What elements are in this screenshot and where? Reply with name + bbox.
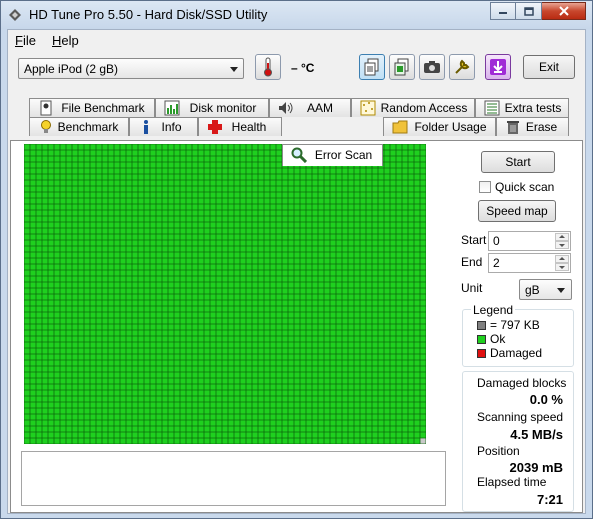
position-value: 2039 mB — [509, 460, 563, 475]
scanning-speed-value: 4.5 MB/s — [510, 427, 563, 442]
tab-folder-usage[interactable]: Folder Usage — [383, 117, 496, 136]
camera-icon — [424, 61, 440, 73]
tab-error-scan[interactable]: Error Scan — [282, 144, 383, 166]
quick-scan-label: Quick scan — [495, 180, 555, 194]
screenshot-button[interactable] — [419, 54, 445, 80]
copy-text-icon — [364, 58, 379, 76]
legend-title: Legend — [471, 303, 516, 317]
temperature-readout: – °C — [291, 61, 315, 75]
toolbar: Apple iPod (2 gB) – °C Exit — [8, 51, 585, 91]
damaged-blocks-value: 0.0 % — [529, 392, 563, 407]
position-label: Position — [477, 444, 520, 458]
window-title: HD Tune Pro 5.50 - Hard Disk/SSD Utility — [29, 7, 268, 22]
tab-aam[interactable]: AAM — [269, 98, 351, 117]
tab-label: Extra tests — [504, 101, 562, 115]
menu-file-rest: ile — [22, 33, 36, 48]
temperature-button[interactable] — [255, 54, 281, 80]
menu-help-accel: H — [52, 33, 62, 48]
client-area: File Help Apple iPod (2 gB) – °C Exit Fi… — [7, 29, 586, 514]
tab-label: Folder Usage — [414, 120, 487, 134]
spin-down-icon[interactable] — [555, 263, 569, 271]
exit-button[interactable]: Exit — [523, 55, 575, 79]
menu-file[interactable]: File — [15, 33, 36, 48]
tab-info[interactable]: Info — [129, 117, 198, 136]
end-input[interactable]: 2 — [488, 253, 571, 273]
scan-log[interactable] — [21, 451, 446, 506]
chevron-down-icon — [230, 67, 238, 72]
menu-help-rest: elp — [61, 33, 79, 48]
tab-erase[interactable]: Erase — [496, 117, 569, 136]
options-icon — [455, 59, 470, 74]
app-window: HD Tune Pro 5.50 - Hard Disk/SSD Utility… — [0, 0, 593, 519]
drive-select[interactable]: Apple iPod (2 gB) — [18, 58, 244, 79]
spin-down-icon[interactable] — [555, 241, 569, 249]
stats-box: Damaged blocks 0.0 % Scanning speed 4.5 … — [462, 371, 574, 512]
tab-file-benchmark[interactable]: File Benchmark — [29, 98, 155, 117]
start-input[interactable]: 0 — [488, 231, 571, 251]
elapsed-time-value: 7:21 — [536, 492, 563, 507]
start-scan-button[interactable]: Start — [481, 151, 555, 173]
tab-label: Random Access — [380, 101, 468, 115]
tab-label: AAM — [306, 101, 333, 115]
options-button[interactable] — [449, 54, 475, 80]
legend-swatch-ok — [477, 335, 486, 344]
minimize-button[interactable] — [490, 2, 516, 20]
close-button[interactable] — [542, 2, 586, 20]
spin-up-icon[interactable] — [555, 255, 569, 263]
save-icon — [490, 59, 506, 75]
damaged-blocks-label: Damaged blocks — [477, 376, 567, 390]
tab-extra-tests[interactable]: Extra tests — [475, 98, 569, 117]
legend-swatch-block — [477, 321, 486, 330]
elapsed-time-label: Elapsed time — [477, 475, 547, 489]
thermometer-icon — [264, 57, 272, 77]
tab-label: File Benchmark — [61, 101, 145, 115]
legend-swatch-damaged — [477, 349, 486, 358]
legend-box: Legend = 797 KB Ok Damaged — [462, 303, 574, 367]
maximize-icon — [523, 6, 534, 16]
caption-buttons — [490, 2, 586, 21]
start-input-value: 0 — [493, 234, 500, 248]
copy-text-button[interactable] — [359, 54, 385, 80]
block-map — [24, 144, 426, 444]
tab-health[interactable]: Health — [198, 117, 282, 136]
copy-info-button[interactable] — [389, 54, 415, 80]
save-button[interactable] — [485, 54, 511, 80]
chevron-down-icon — [557, 288, 565, 293]
tab-label: Error Scan — [314, 148, 373, 162]
end-label: End — [461, 255, 483, 269]
spin-up-icon[interactable] — [555, 233, 569, 241]
menu-file-accel: F — [15, 33, 23, 48]
tab-strip: File Benchmark Disk monitor AAM Random A… — [8, 98, 585, 166]
close-icon — [558, 6, 569, 16]
tab-label: Erase — [525, 120, 558, 134]
unit-select-value: gB — [525, 283, 540, 297]
menu-bar: File Help — [8, 30, 585, 50]
legend-item-damaged: Damaged — [490, 346, 543, 360]
copy-info-icon — [394, 58, 409, 76]
tab-disk-monitor[interactable]: Disk monitor — [155, 98, 269, 117]
unscanned-block — [420, 438, 426, 444]
tab-label: Info — [161, 120, 182, 134]
legend-item-ok: Ok — [490, 332, 506, 346]
tab-label: Health — [231, 120, 267, 134]
menu-help[interactable]: Help — [52, 33, 79, 48]
quick-scan-checkbox[interactable] — [479, 181, 491, 193]
legend-item-block-size: = 797 KB — [490, 318, 540, 332]
error-scan-panel: Start Quick scan Speed map Start 0 End 2… — [10, 140, 583, 513]
tab-label: Disk monitor — [189, 101, 257, 115]
title-bar: HD Tune Pro 5.50 - Hard Disk/SSD Utility — [1, 1, 592, 29]
tab-benchmark[interactable]: Benchmark — [29, 117, 129, 136]
maximize-button[interactable] — [516, 2, 542, 20]
tab-label: Benchmark — [57, 120, 119, 134]
end-input-value: 2 — [493, 256, 500, 270]
start-label: Start — [461, 233, 487, 247]
unit-select[interactable]: gB — [519, 279, 572, 300]
unit-label: Unit — [461, 281, 483, 295]
tab-random-access[interactable]: Random Access — [351, 98, 475, 117]
drive-select-value: Apple iPod (2 gB) — [24, 62, 119, 76]
speed-map-button[interactable]: Speed map — [478, 200, 556, 222]
scanning-speed-label: Scanning speed — [477, 410, 564, 424]
minimize-icon — [499, 12, 507, 14]
app-icon — [9, 9, 21, 21]
